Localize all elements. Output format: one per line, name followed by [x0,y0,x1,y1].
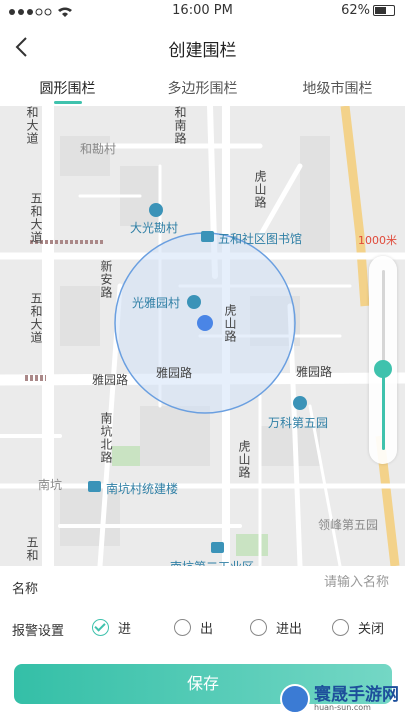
poi-label: 大光勘村 [130,221,179,235]
name-row: 名称 [0,566,405,606]
road-label: 新安路 [99,260,113,299]
alarm-option-in[interactable]: 进 [92,618,131,637]
status-bar: 16:00 PM 62% [0,0,405,24]
place-label: 和勘村 [80,142,117,156]
road-label: 雅园路 [296,365,333,379]
radio-checked-icon [92,619,109,636]
option-label: 出 [200,622,214,637]
battery-percent: 62% [341,3,370,18]
road-label: 和南路 [173,106,187,145]
radio-icon [174,619,191,636]
radius-distance-label: 1000米 [358,234,397,247]
road-label: 虎山路 [223,304,237,343]
road-label: 雅园路 [92,373,129,387]
map-view[interactable]: 和大道 五和大道 五和大道 和南路 新安路 虎山路 虎山路 虎山路 雅园路 雅园… [0,106,405,566]
option-label: 进 [118,622,132,637]
clock-period: PM [213,3,233,18]
road-label: 五和大道 [29,192,43,244]
tab-circle-fence[interactable]: 圆形围栏 [0,70,135,106]
fence-center-marker[interactable] [197,315,213,331]
page-title: 创建围栏 [168,41,237,61]
road-label: 五和 [25,536,39,562]
alarm-option-out[interactable]: 出 [174,618,213,637]
watermark: 寰晟手游网 huan-sun.com [280,684,399,714]
poi-label: 光雅园村 [132,296,181,310]
poi-label: 南坑第二工业区 [170,558,254,566]
alarm-option-in-out[interactable]: 进出 [250,618,302,637]
app-header: 创建围栏 [0,24,405,70]
road-label: 五和大道 [29,292,43,344]
watermark-title: 寰晟手游网 [314,684,399,705]
slider-knob[interactable] [374,360,392,378]
poi-label: 五和社区图书馆 [218,232,303,246]
name-input[interactable] [239,575,389,590]
map-base [0,106,405,566]
watermark-url: huan-sun.com [314,702,371,712]
fence-type-tabs: 圆形围栏 多边形围栏 地级市围栏 [0,70,405,106]
radio-icon [332,619,349,636]
road-label: 雅园路 [156,366,193,380]
option-label: 关闭 [358,622,385,637]
tab-polygon-fence[interactable]: 多边形围栏 [135,70,270,106]
place-label: 领峰第五园 [318,518,379,532]
alarm-row: 报警设置 进 出 进出 关闭 [0,608,405,648]
alarm-option-off[interactable]: 关闭 [332,618,384,637]
road-label: 虎山路 [237,440,251,479]
tab-city-fence[interactable]: 地级市围栏 [270,70,405,106]
radius-slider[interactable] [369,256,397,464]
radio-icon [250,619,267,636]
road-label: 和大道 [25,106,39,145]
slider-fill [382,369,385,450]
battery-icon [373,5,395,16]
poi-label: 南坑村统建楼 [106,482,179,496]
name-label: 名称 [12,582,39,597]
option-label: 进出 [276,622,303,637]
alarm-label: 报警设置 [12,624,65,639]
watermark-logo-icon [280,684,310,714]
poi-label: 万科第五园 [268,416,329,430]
road-label: 南坑北路 [99,412,113,464]
place-label: 南坑 [38,478,63,492]
road-label: 虎山路 [253,170,267,209]
clock: 16:00 [172,3,210,18]
fence-form: 名称 报警设置 进 出 进出 关闭 保存 寰晟手游网 huan-sun.com [0,566,405,720]
